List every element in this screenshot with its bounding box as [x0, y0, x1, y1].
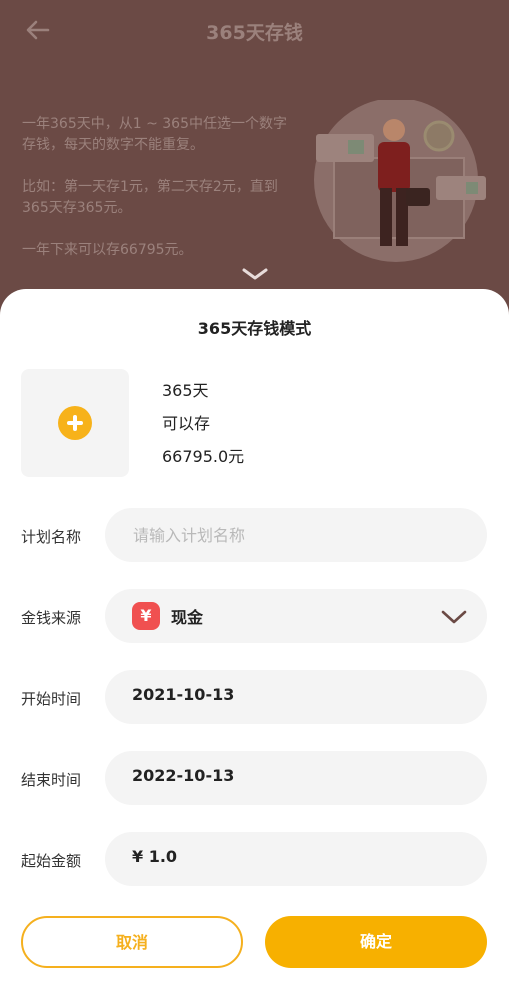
summary-days: 365天 — [162, 381, 209, 400]
summary-amount: 66795.0元 — [162, 447, 245, 466]
chevron-down-icon — [441, 609, 467, 628]
money-source-label: 金钱来源 — [21, 609, 82, 627]
saving-illustration — [306, 98, 486, 270]
start-time-value: 2021-10-13 — [132, 685, 235, 704]
sheet-title: 365天存钱模式 — [197, 319, 312, 338]
money-source-select[interactable]: ¥ 现金 — [105, 589, 487, 643]
end-time-value: 2022-10-13 — [132, 766, 235, 785]
intro-paragraph: 一年下来可以存66795元。 — [22, 242, 193, 258]
plan-name-field[interactable] — [105, 508, 487, 562]
start-amount-field[interactable]: ¥ 1.0 — [105, 832, 487, 886]
confirm-button[interactable]: 确定 — [265, 916, 487, 968]
intro-paragraph: 一年365天中，从1 ~ 365中任选一个数字存钱，每天的数字不能重复。 — [22, 116, 287, 153]
top-bar: 365天存钱 — [0, 0, 509, 60]
cancel-button[interactable]: 取消 — [21, 916, 243, 968]
start-time-field[interactable]: 2021-10-13 — [105, 670, 487, 724]
start-amount-label: 起始金额 — [21, 852, 82, 870]
start-amount-value: ¥ 1.0 — [132, 847, 178, 866]
end-time-label: 结束时间 — [21, 771, 82, 789]
money-source-value: 现金 — [171, 608, 204, 627]
plus-icon — [58, 406, 92, 440]
start-time-label: 开始时间 — [21, 690, 82, 708]
intro-text: 一年365天中，从1 ~ 365中任选一个数字存钱，每天的数字不能重复。 比如：… — [22, 114, 292, 282]
expand-chevron-icon[interactable] — [241, 266, 269, 285]
summary-label: 可以存 — [162, 414, 211, 433]
plan-name-label: 计划名称 — [21, 528, 82, 546]
plan-sheet: 365天存钱模式 365天 可以存 66795.0元 计划名称 金钱来源 ¥ 现… — [0, 289, 509, 997]
end-time-field[interactable]: 2022-10-13 — [105, 751, 487, 805]
plan-name-input[interactable] — [105, 508, 487, 562]
plan-summary: 365天 可以存 66795.0元 — [162, 379, 244, 478]
cash-icon: ¥ — [132, 602, 160, 630]
page-title: 365天存钱 — [206, 22, 303, 44]
background-page: 365天存钱 一年365天中，从1 ~ 365中任选一个数字存钱，每天的数字不能… — [0, 0, 509, 330]
intro-paragraph: 比如：第一天存1元，第二天存2元，直到365天存365元。 — [22, 179, 278, 216]
add-image-button[interactable] — [21, 369, 129, 477]
